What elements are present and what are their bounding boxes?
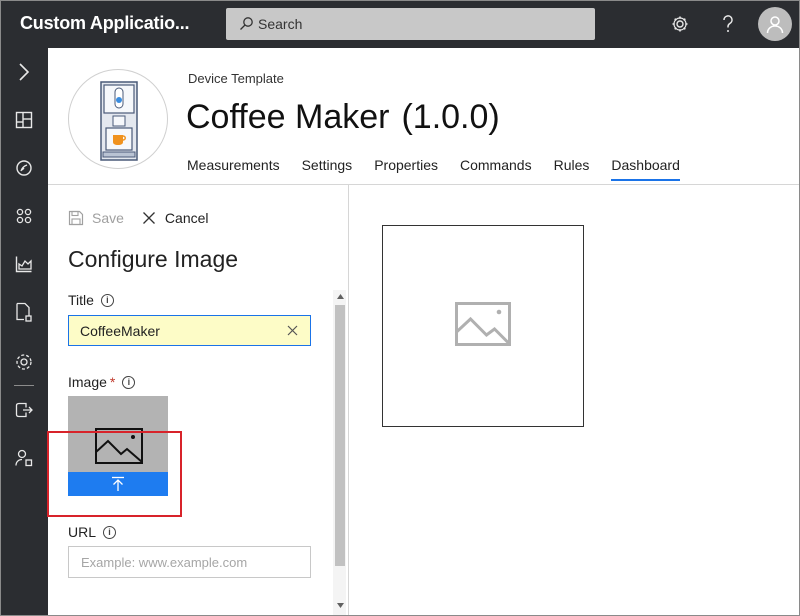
dashboard-icon[interactable] — [12, 108, 36, 132]
help-icon[interactable] — [716, 12, 740, 36]
image-tile-preview[interactable] — [382, 225, 584, 427]
expand-chevron-icon[interactable] — [12, 60, 36, 84]
tab-settings[interactable]: Settings — [302, 157, 353, 181]
close-icon — [142, 212, 155, 224]
url-input[interactable] — [81, 554, 301, 570]
image-placeholder-icon — [455, 302, 511, 346]
save-label: Save — [92, 210, 124, 226]
title-input-value: CoffeeMaker — [80, 322, 160, 339]
url-label-text: URL — [68, 524, 97, 540]
cancel-button[interactable]: Cancel — [142, 210, 209, 226]
scroll-down-arrow-icon[interactable] — [335, 600, 345, 610]
device-templates-icon[interactable] — [12, 300, 36, 324]
tab-dashboard[interactable]: Dashboard — [611, 157, 680, 181]
tab-commands[interactable]: Commands — [460, 157, 532, 181]
url-field[interactable] — [68, 546, 311, 578]
image-field-label: Image * i — [68, 374, 136, 390]
device-name-heading: Coffee Maker (1.0.0) — [186, 98, 500, 137]
info-icon[interactable]: i — [122, 375, 136, 389]
device-image[interactable] — [68, 69, 168, 169]
pane-divider — [348, 185, 349, 616]
devices-icon[interactable] — [12, 156, 36, 180]
administration-icon[interactable] — [12, 446, 36, 470]
title-label-text: Title — [68, 292, 94, 308]
scroll-up-arrow-icon[interactable] — [335, 291, 345, 301]
search-icon — [238, 16, 254, 32]
app-title[interactable]: Custom Applicatio... — [20, 13, 190, 34]
tab-properties[interactable]: Properties — [374, 157, 438, 181]
top-bar: Custom Applicatio... Search — [0, 0, 800, 48]
coffee-maker-icon — [100, 81, 138, 161]
cancel-label: Cancel — [164, 210, 209, 226]
highlight-box — [47, 431, 182, 517]
left-nav — [0, 48, 48, 616]
template-tabs: Measurements Settings Properties Command… — [187, 157, 702, 181]
header-divider — [48, 184, 800, 185]
tab-rules[interactable]: Rules — [554, 157, 590, 181]
search-box[interactable]: Search — [226, 8, 595, 40]
device-version: (1.0.0) — [401, 98, 500, 136]
url-field-label: URL i — [68, 524, 117, 540]
panel-actions: Save Cancel — [68, 210, 209, 226]
image-label-text: Image — [68, 374, 107, 390]
panel-title: Configure Image — [68, 246, 239, 272]
device-type-label: Device Template — [188, 71, 284, 86]
save-icon — [68, 210, 84, 226]
gear-icon[interactable] — [668, 12, 692, 36]
nav-separator — [14, 385, 34, 386]
required-mark: * — [109, 374, 116, 390]
continuous-export-icon[interactable] — [12, 350, 36, 374]
analytics-icon[interactable] — [12, 252, 36, 276]
clear-icon[interactable] — [280, 319, 304, 343]
device-sets-icon[interactable] — [12, 204, 36, 228]
title-input[interactable]: CoffeeMaker — [68, 315, 311, 346]
data-export-icon[interactable] — [12, 398, 36, 422]
title-field-label: Title i — [68, 292, 114, 308]
info-icon[interactable]: i — [100, 293, 114, 307]
info-icon[interactable]: i — [103, 525, 117, 539]
user-avatar-icon[interactable] — [758, 7, 792, 41]
device-name: Coffee Maker — [186, 98, 390, 136]
save-button[interactable]: Save — [68, 210, 124, 226]
tab-measurements[interactable]: Measurements — [187, 157, 280, 181]
scrollbar-thumb[interactable] — [335, 305, 345, 566]
search-label: Search — [258, 16, 303, 32]
